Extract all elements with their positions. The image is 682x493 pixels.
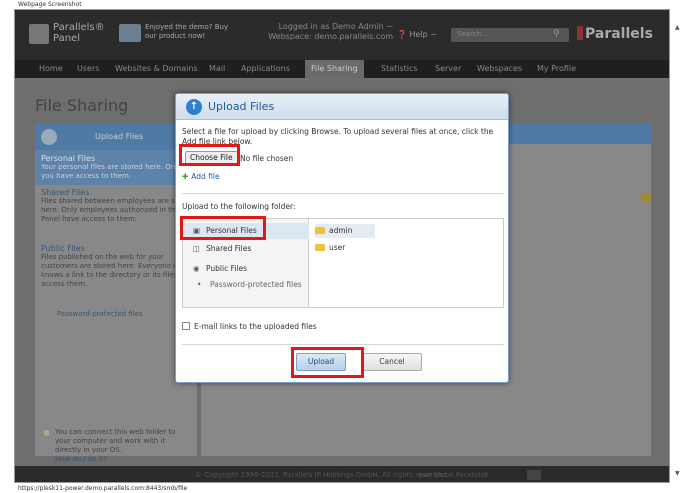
nav-applications[interactable]: Applications	[241, 64, 290, 73]
nav-websites-domains[interactable]: Websites & Domains	[115, 64, 198, 73]
how-do-i-link[interactable]: How do I do it?	[55, 455, 185, 464]
folder-item-admin[interactable]: admin	[315, 224, 375, 238]
copyright-text: © Copyright 1999-2012, Parallels IP Hold…	[195, 471, 449, 479]
tree-personal-label: Personal Files	[206, 226, 257, 235]
nav-file-sharing[interactable]: File Sharing	[305, 60, 364, 78]
nav-webspaces[interactable]: Webspaces	[477, 64, 522, 73]
upload-icon	[41, 129, 57, 145]
no-file-chosen-label: No file chosen	[240, 154, 294, 163]
lightbulb-icon: ●	[43, 428, 50, 437]
tree-public-label: Public Files	[206, 264, 248, 273]
parallels-logo-icon	[29, 24, 49, 44]
email-links-checkbox[interactable]	[182, 322, 190, 330]
upload-instructions: Select a file for upload by clicking Bro…	[182, 127, 494, 146]
nav-my-profile[interactable]: My Profile	[537, 64, 576, 73]
tree-item-password-protected[interactable]: • Password-protected files	[183, 277, 309, 293]
help-label: Help ~	[409, 30, 437, 39]
promo-link[interactable]: Enjoyed the demo? Buy our product now!	[145, 23, 235, 41]
page-footer: © Copyright 1999-2012, Parallels IP Hold…	[15, 466, 669, 482]
folder-icon	[315, 227, 325, 234]
choose-file-button[interactable]: Choose File	[185, 151, 238, 165]
help-icon: ❓	[397, 30, 407, 39]
folder-icon	[315, 244, 325, 251]
cancel-button[interactable]: Cancel	[362, 353, 422, 371]
sidebar-item-public-files[interactable]: Public Files Files published on the web …	[41, 244, 195, 289]
panel-header: Parallels® Panel Enjoyed the demo? Buy o…	[15, 10, 669, 62]
tree-item-shared-files[interactable]: ◫ Shared Files	[183, 241, 309, 257]
upload-arrow-icon: ↑	[186, 99, 202, 115]
dialog-title: Upload Files	[208, 100, 275, 113]
webdav-note-text: You can connect this web folder to your …	[55, 428, 176, 454]
public-files-desc: Files published on the web for your cust…	[41, 253, 193, 288]
scroll-up-arrow-icon[interactable]: ▲	[675, 24, 680, 31]
facebook-like-icon[interactable]	[527, 470, 541, 480]
personal-files-desc: Your personal files are stored here. Onl…	[41, 163, 182, 180]
search-input[interactable]: Search... ⚲	[451, 28, 569, 42]
nav-mail[interactable]: Mail	[209, 64, 225, 73]
webspace-selector[interactable]: Webspace: demo.parallels.com	[263, 32, 393, 42]
left-panel: Upload Files Personal Files Your persona…	[35, 124, 197, 463]
search-placeholder: Search...	[457, 30, 488, 38]
tree-item-public-files[interactable]: ◉ Public Files	[183, 261, 309, 277]
email-links-label: E-mail links to the uploaded files	[194, 322, 317, 331]
add-file-label: Add file	[191, 172, 220, 181]
folder-picker: ▣ Personal Files ◫ Shared Files ◉ Public Fi…	[182, 218, 504, 308]
divider	[182, 344, 504, 345]
screenshot-label: Webpage Screenshot	[18, 1, 82, 8]
sidebar-item-personal-files[interactable]: Personal Files Your personal files are s…	[35, 150, 197, 185]
upload-files-dialog: ↑ Upload Files Select a file for upload …	[175, 93, 509, 383]
scroll-down-arrow-icon[interactable]: ▼	[675, 470, 680, 477]
brand-bars-icon	[577, 26, 583, 40]
upload-button[interactable]: Upload	[296, 353, 346, 371]
add-file-link[interactable]: ✚ Add file	[182, 172, 220, 181]
cart-icon[interactable]	[119, 24, 141, 42]
folder-item-user[interactable]: user	[315, 241, 375, 255]
email-links-option[interactable]: E-mail links to the uploaded files	[182, 322, 317, 331]
status-url: https://plesk11-power.demo.parallels.com…	[18, 485, 188, 492]
nav-home[interactable]: Home	[39, 64, 63, 73]
tree-shared-label: Shared Files	[206, 244, 252, 253]
nav-statistics[interactable]: Statistics	[381, 64, 418, 73]
folder-admin-label: admin	[329, 226, 353, 235]
facebook-link[interactable]: Join Us on Facebook	[419, 471, 489, 479]
webdav-note: You can connect this web folder to your …	[55, 428, 185, 464]
logged-in-user[interactable]: Logged in as Demo Admin ~	[263, 22, 393, 32]
shared-folder-icon: ◫	[193, 244, 201, 253]
upload-files-tab-label: Upload Files	[95, 132, 144, 141]
nav-server[interactable]: Server	[435, 64, 461, 73]
divider	[182, 193, 504, 194]
folder-tree: ▣ Personal Files ◫ Shared Files ◉ Public Fi…	[183, 219, 309, 307]
upload-to-label: Upload to the following folder:	[182, 202, 296, 211]
folder-icon[interactable]	[641, 194, 651, 202]
add-icon: ✚	[182, 172, 189, 181]
page-title: File Sharing	[35, 96, 129, 115]
folder-user-label: user	[329, 243, 346, 252]
brand-logo: Parallels	[585, 26, 653, 42]
sidebar-item-password-protected[interactable]: Password-protected files	[57, 310, 143, 318]
sidebar-item-shared-files[interactable]: Shared Files Files shared between employ…	[41, 188, 195, 224]
personal-files-title: Personal Files	[41, 154, 96, 163]
upload-files-tab[interactable]: Upload Files	[35, 124, 197, 150]
shared-files-desc: Files shared between employees are store…	[41, 197, 194, 223]
help-menu[interactable]: ❓ Help ~	[397, 30, 437, 39]
user-icon: ▣	[193, 226, 201, 235]
panel-logo-text[interactable]: Parallels® Panel	[53, 22, 113, 44]
login-info[interactable]: Logged in as Demo Admin ~ Webspace: demo…	[263, 22, 393, 42]
search-icon[interactable]: ⚲	[553, 29, 560, 39]
public-files-title: Public Files	[41, 244, 85, 253]
bullet-icon: •	[197, 280, 202, 289]
dialog-header: ↑ Upload Files	[176, 94, 508, 120]
tree-protected-label: Password-protected files	[210, 280, 302, 289]
shared-files-title: Shared Files	[41, 188, 90, 197]
tree-item-personal-files[interactable]: ▣ Personal Files	[183, 223, 309, 239]
nav-users[interactable]: Users	[77, 64, 99, 73]
main-nav: Home Users Websites & Domains Mail Appli…	[15, 60, 669, 78]
globe-icon: ◉	[193, 264, 200, 273]
